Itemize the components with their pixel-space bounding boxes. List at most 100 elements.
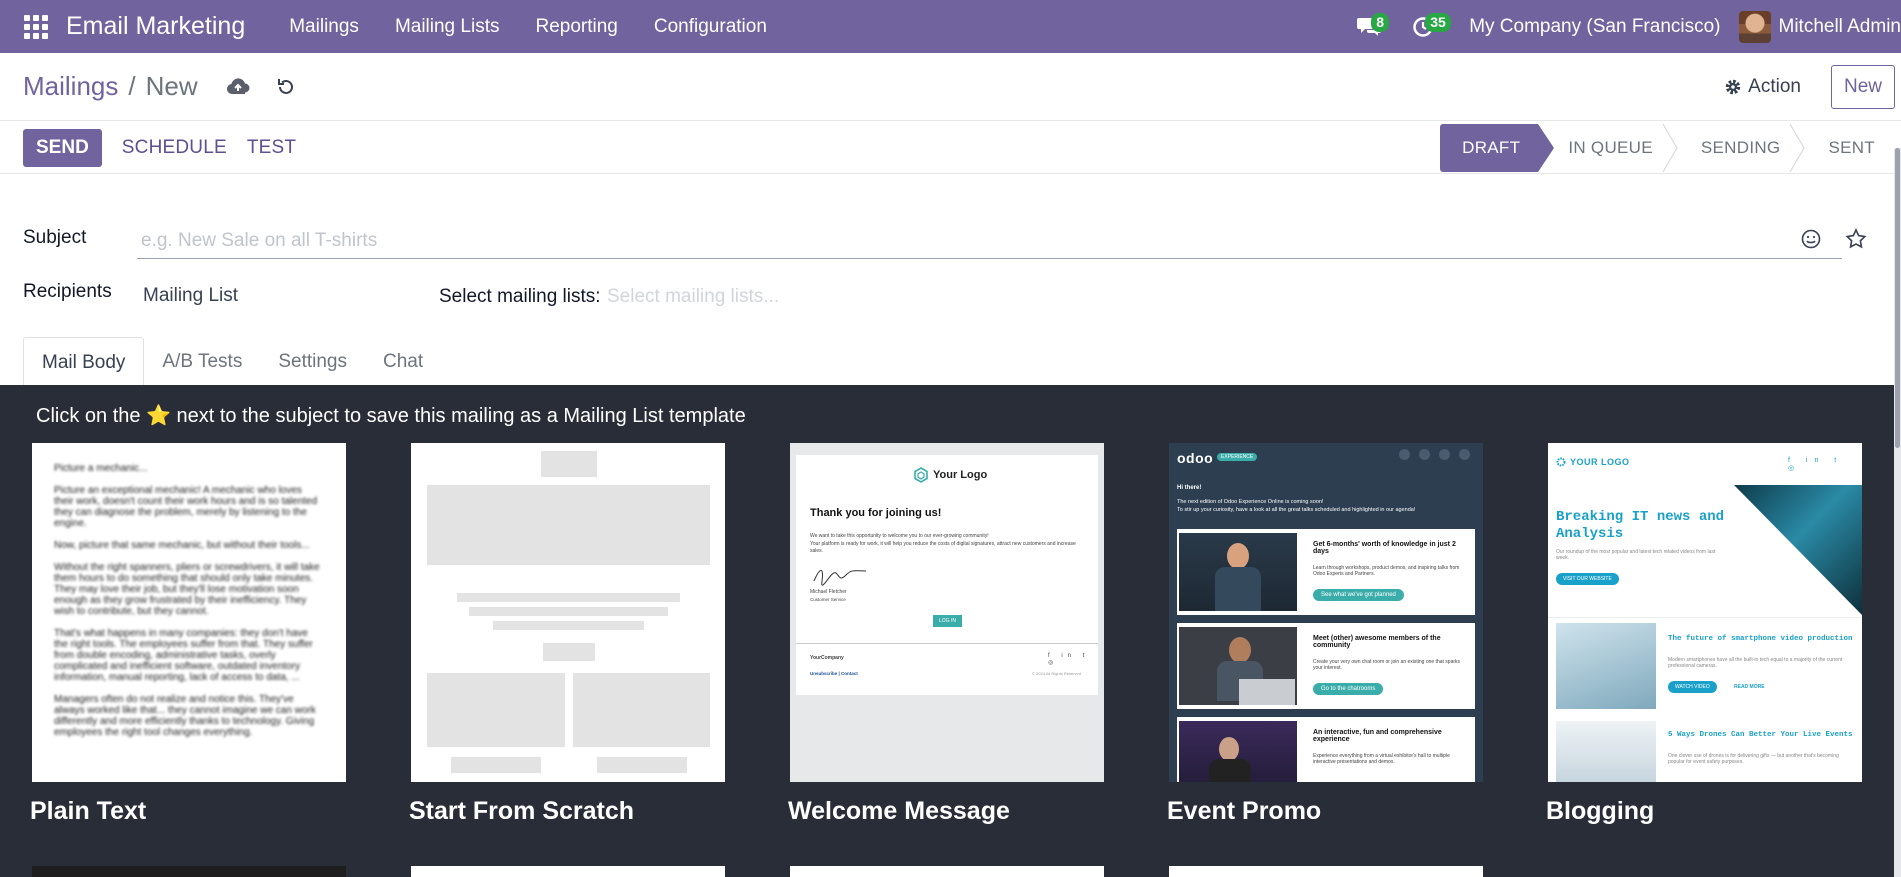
discard-undo-icon[interactable] xyxy=(276,77,296,97)
plain-text-line: Picture an exceptional mechanic! A mecha… xyxy=(54,485,318,529)
breadcrumb-separator: / xyxy=(128,71,136,101)
welcome-signer: Michael Fletcher xyxy=(810,589,847,595)
welcome-signer-role: Customer Service xyxy=(810,597,846,602)
activities-button[interactable]: 35 xyxy=(1403,7,1451,47)
apps-menu-icon[interactable] xyxy=(24,14,48,39)
new-button[interactable]: New xyxy=(1830,64,1895,109)
tab-ab-tests[interactable]: A/B Tests xyxy=(144,337,260,385)
logo-icon xyxy=(1556,457,1566,467)
stage-sending-label: SENDING xyxy=(1700,137,1781,157)
notebook-tabs: Mail Body A/B Tests Settings Chat xyxy=(23,337,441,385)
messages-count-badge: 8 xyxy=(1371,12,1389,32)
welcome-body-2: Your platform is ready for work, it will… xyxy=(810,541,1076,554)
control-panel: Mailings / New Action New xyxy=(0,53,1901,121)
stage-in-queue[interactable]: IN QUEUE xyxy=(1538,123,1678,172)
stage-in-queue-label: IN QUEUE xyxy=(1568,137,1653,157)
save-cloud-icon[interactable] xyxy=(226,77,250,97)
blog-logo-text: YOUR LOGO xyxy=(1570,457,1630,467)
stage-sending[interactable]: SENDING xyxy=(1671,123,1806,172)
tab-settings[interactable]: Settings xyxy=(260,337,365,385)
blog-post1-text: Modern smartphones have all the built-in… xyxy=(1668,657,1843,669)
social-icons xyxy=(1399,449,1470,460)
subject-placeholder: e.g. New Sale on all T-shirts xyxy=(141,230,378,251)
scrollbar-thumb[interactable] xyxy=(1895,148,1900,448)
plain-text-preview: Picture a mechanic... Picture an excepti… xyxy=(32,443,346,769)
menu-mailings[interactable]: Mailings xyxy=(289,16,359,38)
blog-post2-title: 5 Ways Drones Can Better Your Live Event… xyxy=(1668,731,1853,739)
event-row-text: Learn through workshops, product demos, … xyxy=(1313,565,1460,577)
template-card-next-row[interactable] xyxy=(790,866,1104,877)
event-row-text: Experience everything from a virtual exh… xyxy=(1313,753,1450,765)
menu-reporting[interactable]: Reporting xyxy=(535,16,617,38)
social-icons: f in t ◎ xyxy=(1048,653,1090,666)
breadcrumb: Mailings / New xyxy=(23,71,198,102)
mailing-lists-input[interactable]: Select mailing lists... xyxy=(607,286,779,308)
event-row-title: An interactive, fun and comprehensive ex… xyxy=(1313,729,1442,743)
welcome-login-button: LOG IN xyxy=(933,615,962,627)
send-button[interactable]: SEND xyxy=(23,128,102,167)
template-card-plain-text[interactable]: Picture a mechanic... Picture an excepti… xyxy=(32,443,346,782)
messages-button[interactable]: 8 xyxy=(1349,7,1389,47)
top-navbar: Email Marketing Mailings Mailing Lists R… xyxy=(0,0,1901,53)
blog-post1-cta: WATCH VIDEO xyxy=(1668,681,1717,693)
plain-text-line: Now, picture that same mechanic, but wit… xyxy=(54,540,310,551)
template-gallery: Click on the ⭐ next to the subject to sa… xyxy=(0,385,1894,877)
welcome-rights: © 2024 All Rights Reserved xyxy=(1032,671,1081,676)
blog-post1-title: The future of smartphone video productio… xyxy=(1668,635,1853,643)
social-icons: f in t ◎ xyxy=(1788,457,1844,472)
stage-pipeline: DRAFT IN QUEUE SENDING SENT xyxy=(1440,123,1879,172)
tab-chat[interactable]: Chat xyxy=(365,337,441,385)
stage-draft[interactable]: DRAFT xyxy=(1440,123,1555,172)
gear-icon xyxy=(1725,79,1741,94)
template-hint: Click on the ⭐ next to the subject to sa… xyxy=(36,405,746,427)
blog-post1-more: READ MORE xyxy=(1734,684,1765,690)
event-row: An interactive, fun and comprehensive ex… xyxy=(1177,717,1475,782)
star-icon[interactable] xyxy=(1845,228,1867,250)
menu-mailing-lists[interactable]: Mailing Lists xyxy=(395,16,500,38)
template-card-event-promo[interactable]: odoo EXPERIENCE Hi there! The next editi… xyxy=(1169,443,1483,782)
welcome-logo-text: Your Logo xyxy=(933,469,988,481)
template-card-next-row[interactable] xyxy=(32,866,346,877)
action-menu-button[interactable]: Action xyxy=(1724,76,1801,98)
event-hi: Hi there! xyxy=(1177,485,1202,491)
template-card-next-row[interactable] xyxy=(411,866,725,877)
plain-text-line: Without the right spanners, pliers or sc… xyxy=(54,562,320,617)
template-card-start-from-scratch[interactable] xyxy=(411,443,725,782)
activities-count-badge: 35 xyxy=(1425,12,1451,32)
event-intro-1: The next edition of Odoo Experience Onli… xyxy=(1177,499,1324,505)
template-card-blogging[interactable]: YOUR LOGO f in t ◎ Breaking IT news and … xyxy=(1548,443,1862,782)
test-button[interactable]: TEST xyxy=(247,137,296,159)
event-intro-2: To stir up your curiosity, have a look a… xyxy=(1177,507,1416,513)
subject-input[interactable]: e.g. New Sale on all T-shirts xyxy=(137,224,1842,259)
event-row-text: Create your very own chat room or join a… xyxy=(1313,659,1461,671)
template-name-plain-text: Plain Text xyxy=(30,797,147,825)
breadcrumb-mailings-link[interactable]: Mailings xyxy=(23,71,118,102)
template-card-welcome-message[interactable]: Your Logo Thank you for joining us! We w… xyxy=(790,443,1104,782)
template-card-next-row[interactable] xyxy=(1169,866,1483,877)
template-name-event-promo: Event Promo xyxy=(1167,797,1322,825)
event-row: Get 6-months' worth of knowledge in just… xyxy=(1177,529,1475,615)
plain-text-line: That's what happens in many companies: t… xyxy=(54,628,313,683)
logo-icon xyxy=(914,467,928,483)
subject-label: Subject xyxy=(23,227,87,248)
company-switcher[interactable]: My Company (San Francisco) xyxy=(1469,16,1720,38)
event-row: Meet (other) awesome members of the comm… xyxy=(1177,623,1475,709)
recipients-select[interactable]: Mailing List xyxy=(143,285,238,307)
tab-mail-body[interactable]: Mail Body xyxy=(23,337,145,385)
emoji-icon[interactable] xyxy=(1800,228,1822,250)
signature-image xyxy=(813,570,867,586)
template-name-blogging: Blogging xyxy=(1546,797,1655,825)
plain-text-line: Picture a mechanic... xyxy=(54,463,148,474)
event-row-title: Get 6-months' worth of knowledge in just… xyxy=(1313,541,1456,555)
blog-sub: Our roundup of the most popular and late… xyxy=(1556,549,1716,561)
schedule-button[interactable]: SCHEDULE xyxy=(122,137,227,159)
welcome-heading: Thank you for joining us! xyxy=(810,507,942,519)
stage-sent[interactable]: SENT xyxy=(1798,124,1879,172)
user-menu[interactable]: Mitchell Admin xyxy=(1779,16,1901,38)
app-title[interactable]: Email Marketing xyxy=(66,12,245,41)
menu-configuration[interactable]: Configuration xyxy=(654,16,767,38)
page-scrollbar[interactable] xyxy=(1894,148,1901,877)
blog-cta: VISIT OUR WEBSITE xyxy=(1556,573,1619,585)
event-row-title: Meet (other) awesome members of the comm… xyxy=(1313,635,1441,649)
user-avatar[interactable] xyxy=(1738,10,1771,43)
